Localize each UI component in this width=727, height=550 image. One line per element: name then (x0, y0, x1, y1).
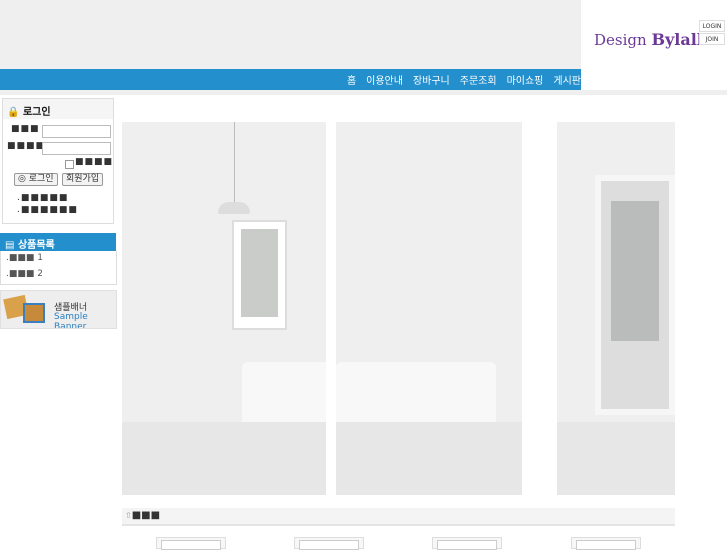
nav-cart[interactable]: 장바구니 (413, 72, 450, 87)
divider (0, 90, 727, 95)
find-id-label: ■■■■■ (20, 193, 69, 203)
main-nav: 홈 이용안내 장바구니 주문조회 마이쇼핑 게시판 (0, 69, 581, 90)
product-thumb[interactable] (156, 537, 226, 550)
id-label: ■■■ (11, 124, 40, 134)
login-icon: ◎ (18, 174, 26, 184)
category-list: .■■■ 1 .■■■ 2 (0, 251, 117, 285)
join-button[interactable]: 회원가입 (62, 173, 104, 186)
lamp-icon (218, 202, 250, 214)
logo[interactable]: Design Bylalla (594, 30, 713, 49)
product-thumb[interactable] (571, 537, 641, 550)
find-pw-label: ■■■■■■ (20, 205, 78, 215)
login-link[interactable]: LOGIN (699, 20, 725, 32)
main-image-panel[interactable] (122, 122, 326, 495)
save-id-label: ■■■■ (75, 157, 114, 167)
logo-text: Design (594, 31, 647, 49)
lock-icon: 🔒 (7, 107, 20, 118)
category-title: 상품목록 (17, 240, 55, 251)
section-title: ■■■ (131, 510, 161, 521)
main-image-panel[interactable] (557, 122, 675, 495)
nav-guide[interactable]: 이용안내 (366, 72, 403, 87)
nav-order[interactable]: 주문조회 (460, 72, 497, 87)
sample-banner[interactable]: 샘플배너 Sample Banner (0, 290, 117, 329)
list-icon: ▤ (5, 240, 15, 251)
category-item[interactable]: .■■■ 1 (1, 251, 116, 267)
password-label: ■■■■ (7, 141, 46, 151)
banner-subtitle: Sample Banner (54, 312, 88, 329)
arrow-icon: ⇧ (125, 511, 132, 520)
password-input[interactable] (42, 142, 111, 155)
category-item[interactable]: .■■■ 2 (1, 267, 116, 283)
nav-home[interactable]: 홈 (347, 72, 356, 87)
category-num: 1 (37, 253, 43, 263)
save-id-checkbox[interactable] (65, 160, 74, 169)
category-label: ■■■ (8, 253, 35, 263)
category-label: ■■■ (8, 269, 35, 279)
id-input[interactable] (42, 125, 111, 138)
nav-board[interactable]: 게시판 (553, 72, 581, 87)
main-image-panel[interactable] (336, 122, 522, 495)
section-header: ⇧■■■ (122, 508, 675, 526)
find-id-link[interactable]: .■■■■■ (17, 193, 68, 203)
category-header: ▤ 상품목록 (0, 233, 116, 251)
login-title: 로그인 (22, 107, 51, 118)
join-link[interactable]: JOIN (699, 33, 725, 45)
nav-myshop[interactable]: 마이쇼핑 (507, 72, 544, 87)
find-pw-link[interactable]: .■■■■■■ (17, 205, 78, 215)
product-thumb[interactable] (432, 537, 502, 550)
top-header (0, 0, 581, 69)
login-button[interactable]: ◎ 로그인 (14, 173, 58, 186)
login-box: 🔒 로그인 ■■■ ■■■■ ■■■■ ◎ 로그인 회원가입 .■■■■■ .■… (2, 98, 114, 224)
gift-icon (23, 303, 45, 323)
category-num: 2 (37, 269, 43, 279)
product-thumb[interactable] (294, 537, 364, 550)
login-button-label: 로그인 (28, 174, 54, 184)
